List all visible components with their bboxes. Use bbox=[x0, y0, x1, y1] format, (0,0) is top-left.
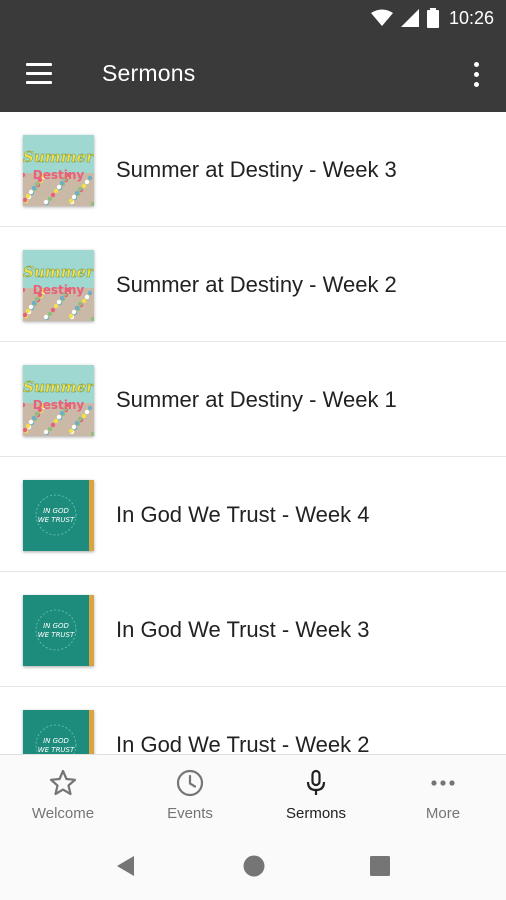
status-time: 10:26 bbox=[448, 7, 494, 28]
wifi-icon bbox=[370, 9, 393, 26]
status-icons: 10:26 bbox=[370, 7, 494, 29]
clock-icon bbox=[176, 769, 204, 797]
sermon-item[interactable]: Summer Destiny Summer at Destiny - Week 3 bbox=[0, 112, 506, 227]
sermon-artwork: Summer Destiny bbox=[23, 250, 94, 321]
artwork-text: Destiny bbox=[33, 398, 85, 412]
battery-icon bbox=[426, 8, 439, 28]
sermon-artwork: IN GOD WE TRUST bbox=[23, 595, 94, 666]
sermon-artwork: Summer Destiny bbox=[23, 135, 94, 206]
more-dots-icon bbox=[431, 780, 455, 786]
artwork-text: Destiny bbox=[33, 283, 85, 297]
artwork-text: WE TRUST bbox=[38, 631, 75, 639]
sermon-item[interactable]: Summer Destiny Summer at Destiny - Week 1 bbox=[0, 342, 506, 457]
microphone-icon bbox=[306, 769, 326, 795]
artwork-text: IN GOD bbox=[43, 507, 69, 515]
sermon-title: In God We Trust - Week 4 bbox=[116, 502, 370, 527]
sermon-item[interactable]: Summer Destiny Summer at Destiny - Week 2 bbox=[0, 227, 506, 342]
sermon-title: Summer at Destiny - Week 1 bbox=[116, 387, 397, 412]
status-bar: 10:26 bbox=[0, 0, 506, 36]
sermon-artwork: IN GOD WE TRUST bbox=[23, 480, 94, 551]
sermon-item[interactable]: IN GOD WE TRUST In God We Trust - Week 4 bbox=[0, 457, 506, 572]
sermon-title: Summer at Destiny - Week 3 bbox=[116, 157, 397, 182]
overflow-menu-icon[interactable] bbox=[470, 60, 484, 90]
nav-label: More bbox=[425, 805, 461, 822]
artwork-text: Destiny bbox=[33, 168, 85, 182]
sermon-artwork: IN GOD WE TRUST bbox=[23, 710, 94, 754]
nav-label: Sermons bbox=[285, 805, 347, 822]
app-bar: Sermons bbox=[0, 36, 506, 112]
artwork-text: IN GOD bbox=[43, 737, 69, 745]
nav-more[interactable]: More bbox=[380, 755, 506, 831]
home-icon[interactable] bbox=[242, 854, 266, 878]
page-title: Sermons bbox=[102, 60, 196, 86]
sermon-list: Summer Destiny Summer at Destiny - Week 3… bbox=[0, 112, 506, 754]
artwork-text: IN GOD bbox=[43, 622, 69, 630]
artwork-text: Summer bbox=[23, 378, 94, 396]
artwork-text: Summer bbox=[23, 148, 94, 166]
nav-label: Welcome bbox=[31, 805, 95, 822]
cell-signal-icon bbox=[400, 9, 419, 27]
nav-events[interactable]: Events bbox=[127, 755, 253, 831]
nav-sermons[interactable]: Sermons bbox=[253, 755, 379, 831]
nav-label: Events bbox=[167, 805, 213, 822]
sermon-title: Summer at Destiny - Week 2 bbox=[116, 272, 397, 297]
star-icon bbox=[49, 769, 77, 796]
sermon-title: In God We Trust - Week 3 bbox=[116, 617, 370, 642]
sermon-title: In God We Trust - Week 2 bbox=[116, 732, 370, 754]
sermon-item[interactable]: IN GOD WE TRUST In God We Trust - Week 3 bbox=[0, 572, 506, 687]
bottom-navigation: Welcome Events Sermons More bbox=[0, 754, 506, 830]
artwork-text: WE TRUST bbox=[38, 746, 75, 754]
hamburger-menu-icon[interactable] bbox=[24, 60, 54, 88]
artwork-text: WE TRUST bbox=[38, 516, 75, 524]
back-icon[interactable] bbox=[114, 854, 138, 878]
sermon-artwork: Summer Destiny bbox=[23, 365, 94, 436]
system-navigation-bar bbox=[0, 830, 506, 900]
nav-welcome[interactable]: Welcome bbox=[0, 755, 126, 831]
recents-icon[interactable] bbox=[368, 854, 392, 878]
sermon-item[interactable]: IN GOD WE TRUST In God We Trust - Week 2 bbox=[0, 687, 506, 754]
artwork-text: Summer bbox=[23, 263, 94, 281]
